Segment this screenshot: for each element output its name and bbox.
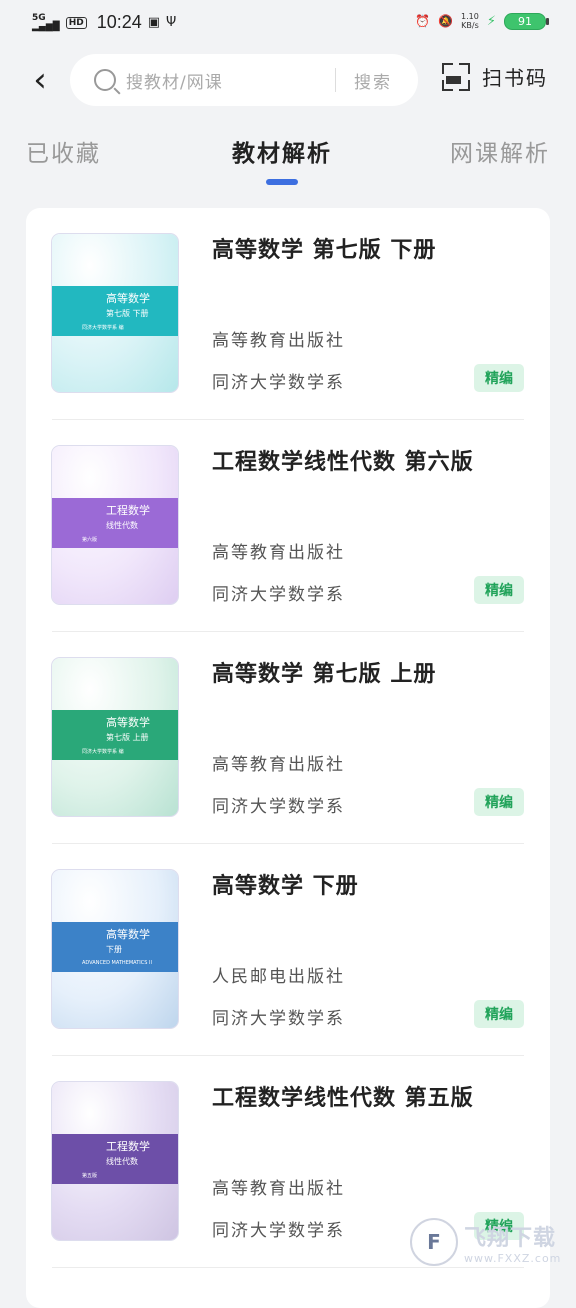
book-cover: 高等数学第七版 上册同济大学数学系 编	[52, 658, 178, 816]
book-title: 高等数学 第七版 下册	[212, 238, 437, 263]
cover-subtitle: 线性代数	[106, 1157, 138, 1166]
cover-subtitle: 线性代数	[106, 521, 138, 530]
status-badge: 精编	[474, 788, 524, 816]
book-author: 同济大学数学系	[212, 1221, 345, 1241]
book-cover: 工程数学线性代数第五版	[52, 1082, 178, 1240]
search-button[interactable]: 搜索	[354, 68, 392, 93]
search-divider	[335, 68, 336, 92]
cover-note: 同济大学数学系 编	[82, 325, 124, 331]
book-publisher: 高等教育出版社	[212, 755, 345, 775]
book-author: 同济大学数学系	[212, 1009, 345, 1029]
watermark-text: 飞翔下载	[464, 1225, 557, 1251]
book-author: 同济大学数学系	[212, 797, 345, 817]
app-notification-icon: ▣	[147, 15, 161, 30]
signal-icon: 5G ▂▄▆█	[32, 12, 60, 32]
battery-indicator: 91	[504, 12, 549, 30]
usb-icon: Ψ	[166, 15, 177, 30]
book-author: 同济大学数学系	[212, 373, 345, 393]
cover-title: 工程数学	[106, 1140, 150, 1153]
net-speed: 1.10 KB/s	[461, 12, 479, 30]
cover-subtitle: 第七版 下册	[106, 309, 149, 318]
search-input[interactable]: 搜教材/网课	[126, 68, 335, 93]
mute-icon: 🔕	[438, 14, 454, 28]
search-bar[interactable]: 搜教材/网课 搜索	[70, 54, 418, 106]
cover-subtitle: 第七版 上册	[106, 733, 149, 742]
book-publisher: 高等教育出版社	[212, 331, 345, 351]
book-title: 工程数学线性代数 第五版	[212, 1086, 474, 1111]
book-title: 工程数学线性代数 第六版	[212, 450, 474, 475]
back-button[interactable]: ‹	[26, 60, 54, 100]
book-cover: 工程数学线性代数第六版	[52, 446, 178, 604]
book-author: 同济大学数学系	[212, 585, 345, 605]
cover-note: 第五版	[82, 1173, 98, 1179]
charging-icon: ⚡	[486, 13, 496, 29]
hd-badge: HD	[65, 16, 87, 29]
alarm-icon: ⏰	[415, 14, 431, 28]
book-publisher: 人民邮电出版社	[212, 967, 345, 987]
status-badge: 精编	[474, 576, 524, 604]
cover-title: 高等数学	[106, 928, 150, 941]
watermark-logo-icon: F	[410, 1218, 458, 1266]
tab-textbook-analysis[interactable]: 教材解析	[232, 134, 332, 168]
cover-title: 工程数学	[106, 504, 150, 517]
watermark-url: www.FXXZ.com	[464, 1251, 562, 1265]
list-item[interactable]: 高等数学 第七版 上册 同济大学数学系 编 高等数学 第七版 上册 高等教育出版社 …	[26, 632, 550, 844]
book-cover: 高等数学下册 ADVANCED MATHEMATICS II	[52, 870, 178, 1028]
book-title: 高等数学 第七版 上册	[212, 662, 437, 687]
watermark: F 飞翔下载 www.FXXZ.com	[410, 1214, 566, 1270]
list-item[interactable]: 高等数学下册 ADVANCED MATHEMATICS II 高等数学 下册 人民…	[26, 844, 550, 1056]
scan-icon	[442, 62, 470, 91]
cover-title: 高等数学	[106, 292, 150, 305]
status-time: 10:24	[96, 12, 142, 32]
tab-course-analysis[interactable]: 网课解析	[450, 134, 550, 168]
tab-active-indicator	[266, 179, 298, 185]
list-item[interactable]: 高等数学 第七版 下册 同济大学数学系 编 高等数学 第七版 下册 高等教育出版社 …	[26, 208, 550, 420]
book-title: 高等数学 下册	[212, 874, 359, 899]
cover-subtitle: 下册	[106, 945, 122, 954]
cover-title: 高等数学	[106, 716, 150, 729]
scan-book-code-button[interactable]: 扫书码	[442, 62, 548, 91]
tab-favorites[interactable]: 已收藏	[26, 134, 101, 168]
status-badge: 精编	[474, 1000, 524, 1028]
book-publisher: 高等教育出版社	[212, 543, 345, 563]
status-badge: 精编	[474, 364, 524, 392]
book-list: 高等数学 第七版 下册 同济大学数学系 编 高等数学 第七版 下册 高等教育出版社 …	[26, 208, 550, 1308]
list-item[interactable]: 工程数学线性代数第六版 工程数学线性代数 第六版 高等教育出版社 同济大学数学系…	[26, 420, 550, 632]
cover-note: ADVANCED MATHEMATICS II	[82, 960, 152, 966]
cover-note: 第六版	[82, 537, 98, 543]
status-bar: 5G ▂▄▆█ HD 10:24 ▣ Ψ ⏰ 🔕 1.10 KB/s ⚡ 91	[0, 0, 576, 46]
cover-note: 同济大学数学系 编	[82, 749, 124, 755]
book-publisher: 高等教育出版社	[212, 1179, 345, 1199]
tab-bar: 已收藏 教材解析 网课解析	[0, 130, 576, 190]
search-icon	[94, 69, 116, 91]
scan-label: 扫书码	[482, 66, 548, 90]
book-cover: 高等数学第七版 下册同济大学数学系 编	[52, 234, 178, 392]
chevron-left-icon: ‹	[33, 60, 47, 100]
